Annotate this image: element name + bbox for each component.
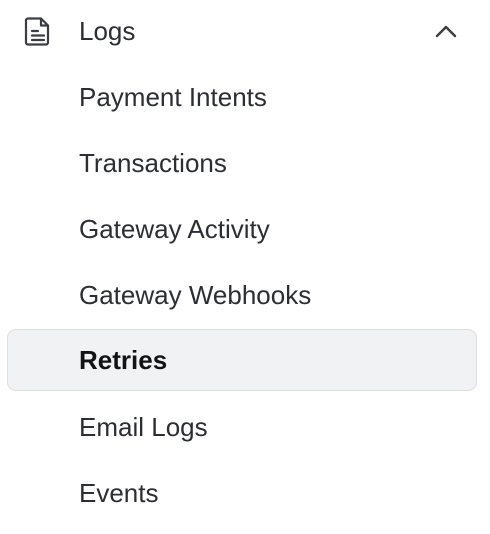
nav-item-label: Email Logs [79,412,208,442]
section-title: Logs [79,16,136,46]
document-icon [24,17,50,46]
nav-item-label: Gateway Webhooks [79,280,312,310]
nav-item-events[interactable]: Events [7,462,477,524]
nav-item-gateway-webhooks[interactable]: Gateway Webhooks [7,264,477,326]
nav-item-gateway-activity[interactable]: Gateway Activity [7,198,477,260]
chevron-up-icon[interactable] [432,19,460,43]
nav-item-label: Events [79,478,159,508]
nav-item-payment-intents[interactable]: Payment Intents [7,66,477,128]
nav-item-email-logs[interactable]: Email Logs [7,396,477,458]
logs-section-header[interactable]: Logs [0,0,490,62]
nav-item-label: Payment Intents [79,82,267,112]
nav-item-label: Gateway Activity [79,214,270,244]
nav-item-transactions[interactable]: Transactions [7,132,477,194]
nav-item-label: Retries [79,345,168,375]
nav-item-label: Transactions [79,148,227,178]
nav-item-retries[interactable]: Retries [7,329,477,391]
logs-nav-section: Logs Payment Intents Transactions Gatewa… [0,0,490,534]
